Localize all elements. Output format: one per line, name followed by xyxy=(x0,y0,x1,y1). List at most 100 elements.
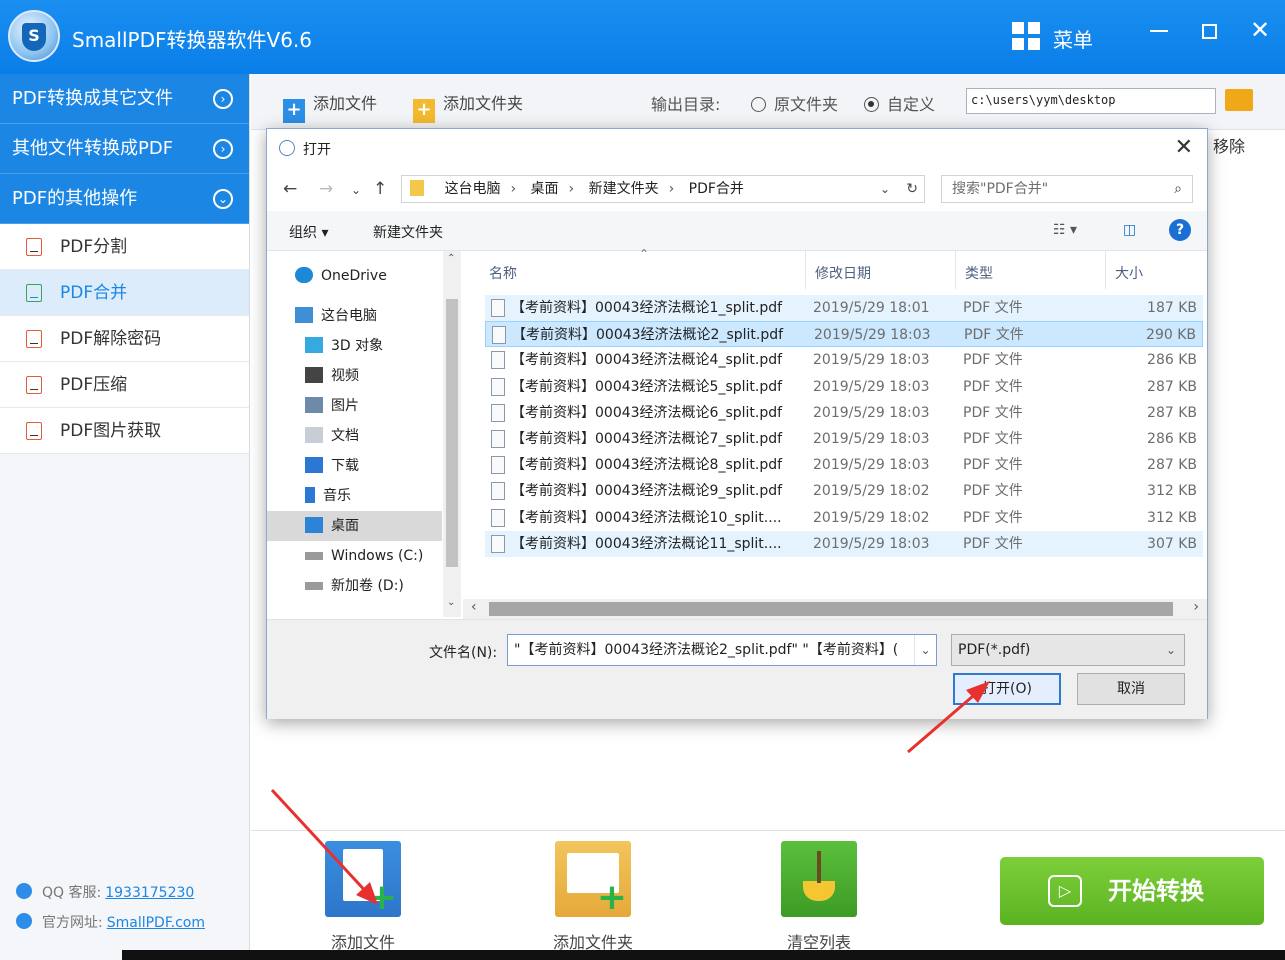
file-row[interactable]: 【考前资料】00043经济法概论2_split.pdf 2019/5/29 18:… xyxy=(485,321,1203,348)
address-bar[interactable]: 这台电脑 › 桌面 › 新建文件夹 › PDF合并 ⌄ ↻ xyxy=(401,175,925,203)
nav-item-drive-d[interactable]: 新加卷 (D:) xyxy=(267,571,442,601)
menu-button[interactable]: 菜单 xyxy=(1053,24,1093,53)
nav-pane-scrollbar[interactable]: ⌃ ⌄ xyxy=(443,251,461,617)
bottom-add-file-button[interactable]: + 添加文件 xyxy=(323,841,403,953)
output-path-input[interactable]: c:\users\yym\desktop xyxy=(966,88,1216,114)
column-header-name[interactable]: 名称 xyxy=(489,263,517,283)
category-label: 其他文件转换成PDF xyxy=(12,138,174,159)
add-folder-icon: + xyxy=(555,841,631,917)
forward-arrow-icon[interactable]: → xyxy=(319,179,333,199)
bottom-add-folder-button[interactable]: + 添加文件夹 xyxy=(553,841,633,953)
filetype-select[interactable]: PDF(*.pdf) ⌄ xyxy=(951,634,1185,666)
radio-custom[interactable]: 自定义 xyxy=(864,91,935,115)
pdf-icon xyxy=(26,330,42,348)
column-header-date[interactable]: 修改日期 xyxy=(815,263,871,283)
organize-menu[interactable]: 组织 ▾ xyxy=(289,222,328,242)
help-icon[interactable]: ? xyxy=(1169,219,1191,241)
nav-item-desktop[interactable]: 桌面 xyxy=(267,511,442,541)
column-header-type[interactable]: 类型 xyxy=(965,263,993,283)
maximize-button[interactable] xyxy=(1202,24,1217,39)
nav-item-documents[interactable]: 文档 xyxy=(267,421,442,451)
back-arrow-icon[interactable]: ← xyxy=(283,179,297,199)
breadcrumb-item[interactable]: 桌面 xyxy=(531,181,559,197)
sidebar-item-pdf-merge[interactable]: PDF合并 xyxy=(0,270,249,316)
scroll-left-icon[interactable]: ‹ xyxy=(471,599,477,615)
file-row[interactable]: 【考前资料】00043经济法概论8_split.pdf 2019/5/29 18:… xyxy=(485,452,1203,478)
scroll-thumb[interactable] xyxy=(446,299,458,567)
file-date: 2019/5/29 18:03 xyxy=(813,431,930,447)
start-convert-button[interactable]: ▷ 开始转换 xyxy=(1000,857,1264,925)
broom-icon xyxy=(781,841,857,917)
nav-item-3d-objects[interactable]: 3D 对象 xyxy=(267,331,442,361)
scroll-up-icon[interactable]: ⌃ xyxy=(447,253,455,264)
nav-item-label: 文档 xyxy=(331,428,359,444)
address-dropdown-icon[interactable]: ⌄ xyxy=(880,176,890,202)
file-list-hscrollbar[interactable]: ‹ › xyxy=(463,599,1207,619)
nav-item-label: OneDrive xyxy=(321,268,387,284)
add-folder-button[interactable]: + 添加文件夹 xyxy=(413,90,523,123)
file-row[interactable]: 【考前资料】00043经济法概论11_split.... 2019/5/29 18… xyxy=(485,530,1203,557)
open-button[interactable]: 打开(O) xyxy=(953,673,1061,705)
search-icon: ⌕ xyxy=(1174,181,1182,197)
sidebar-item-pdf-compress[interactable]: PDF压缩 xyxy=(0,362,249,408)
folder-browse-icon[interactable] xyxy=(1225,89,1253,111)
sidebar-category-other-to-pdf[interactable]: 其他文件转换成PDF › xyxy=(0,124,249,174)
file-date: 2019/5/29 18:03 xyxy=(813,352,930,369)
view-options-icon[interactable]: ☷ ▾ xyxy=(1053,222,1077,238)
file-row[interactable]: 【考前资料】00043经济法概论6_split.pdf 2019/5/29 18:… xyxy=(485,400,1203,426)
breadcrumb-item[interactable]: 这台电脑 xyxy=(444,181,500,197)
new-folder-button[interactable]: 新建文件夹 xyxy=(373,222,443,242)
breadcrumb-item[interactable]: 新建文件夹 xyxy=(589,181,659,197)
file-date: 2019/5/29 18:03 xyxy=(813,378,930,395)
file-row[interactable]: 【考前资料】00043经济法概论4_split.pdf 2019/5/29 18:… xyxy=(485,347,1203,373)
nav-item-drive-c[interactable]: Windows (C:) xyxy=(267,541,442,571)
close-button[interactable]: ✕ xyxy=(1250,16,1270,44)
file-type: PDF 文件 xyxy=(963,457,1023,474)
filename-dropdown-icon[interactable]: ⌄ xyxy=(914,635,936,665)
scroll-down-icon[interactable]: ⌄ xyxy=(447,597,455,608)
sidebar-category-pdf-other-ops[interactable]: PDF的其他操作 ⌄ xyxy=(0,174,249,224)
scroll-right-icon[interactable]: › xyxy=(1193,599,1199,615)
sidebar-category-pdf-to-other[interactable]: PDF转换成其它文件 › xyxy=(0,74,249,124)
file-name: 【考前资料】00043经济法概论10_split.... xyxy=(511,509,782,526)
refresh-icon[interactable]: ↻ xyxy=(906,176,918,202)
recent-chevron-icon[interactable]: ⌄ xyxy=(351,183,361,197)
radio-original-folder[interactable]: 原文件夹 xyxy=(751,91,838,115)
file-row[interactable]: 【考前资料】00043经济法概论5_split.pdf 2019/5/29 18:… xyxy=(485,374,1203,400)
sidebar: PDF转换成其它文件 › 其他文件转换成PDF › PDF的其他操作 ⌄ PDF… xyxy=(0,74,250,960)
nav-item-pictures[interactable]: 图片 xyxy=(267,391,442,421)
search-input[interactable]: 搜索"PDF合并" ⌕ xyxy=(941,175,1193,203)
filename-value: "【考前资料】00043经济法概论2_split.pdf" "【考前资料】( xyxy=(514,642,899,658)
minimize-button[interactable] xyxy=(1150,30,1168,32)
sidebar-item-pdf-image-extract[interactable]: PDF图片获取 xyxy=(0,408,249,454)
menu-grid-icon[interactable] xyxy=(1012,22,1040,50)
nav-item-onedrive[interactable]: OneDrive xyxy=(267,261,442,291)
up-arrow-icon[interactable]: ↑ xyxy=(373,179,387,199)
dialog-close-button[interactable]: ✕ xyxy=(1175,135,1193,160)
nav-item-videos[interactable]: 视频 xyxy=(267,361,442,391)
nav-item-downloads[interactable]: 下载 xyxy=(267,451,442,481)
sidebar-item-pdf-split[interactable]: PDF分割 xyxy=(0,224,249,270)
breadcrumb-item[interactable]: PDF合并 xyxy=(689,181,744,197)
file-row[interactable]: 【考前资料】00043经济法概论9_split.pdf 2019/5/29 18:… xyxy=(485,478,1203,504)
hscroll-thumb[interactable] xyxy=(489,602,1173,616)
file-type: PDF 文件 xyxy=(963,404,1023,421)
file-row[interactable]: 【考前资料】00043经济法概论7_split.pdf 2019/5/29 18:… xyxy=(485,426,1203,452)
filename-input[interactable]: "【考前资料】00043经济法概论2_split.pdf" "【考前资料】( ⌄ xyxy=(507,634,937,666)
nav-item-music[interactable]: 音乐 xyxy=(267,481,442,511)
preview-pane-icon[interactable]: ◫ xyxy=(1123,222,1136,238)
file-name: 【考前资料】00043经济法概论1_split.pdf xyxy=(511,300,783,316)
clear-list-button[interactable]: 清空列表 xyxy=(779,841,859,953)
file-row[interactable]: 【考前资料】00043经济法概论1_split.pdf 2019/5/29 18:… xyxy=(485,295,1203,321)
file-row[interactable]: 【考前资料】00043经济法概论10_split.... 2019/5/29 18… xyxy=(485,505,1203,531)
nav-item-this-pc[interactable]: 这台电脑 xyxy=(267,301,442,331)
remove-column-header: 移除 xyxy=(1213,137,1246,156)
qq-link[interactable]: 1933175230 xyxy=(105,885,194,901)
column-header-size[interactable]: 大小 xyxy=(1115,263,1143,283)
open-file-dialog: 打开 ✕ ← → ⌄ ↑ 这台电脑 › 桌面 › 新建文件夹 › PDF合并 ⌄ ↻ … xyxy=(266,128,1208,719)
cancel-button[interactable]: 取消 xyxy=(1077,673,1185,705)
sidebar-item-pdf-unlock[interactable]: PDF解除密码 xyxy=(0,316,249,362)
add-file-button[interactable]: + 添加文件 xyxy=(283,90,377,123)
site-link[interactable]: SmallPDF.com xyxy=(107,915,205,931)
file-date: 2019/5/29 18:01 xyxy=(813,300,930,316)
